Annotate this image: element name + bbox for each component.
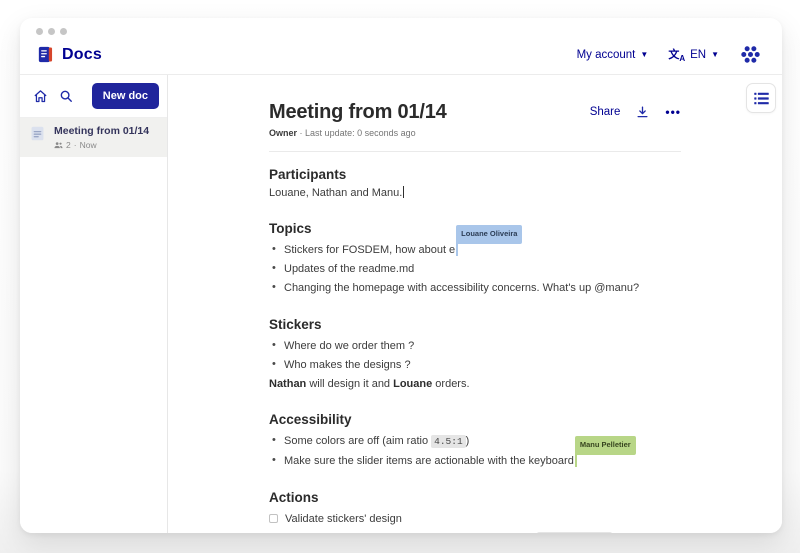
list-item[interactable]: Where do we order them ? xyxy=(269,336,681,355)
list-item[interactable]: Stickers for FOSDEM, how about eLouane O… xyxy=(269,224,681,259)
window-control-dot[interactable] xyxy=(36,28,43,35)
text-caret xyxy=(403,186,405,198)
download-icon xyxy=(636,105,649,119)
chevron-down-icon: ▼ xyxy=(640,50,649,59)
section-heading-stickers[interactable]: Stickers xyxy=(269,317,681,332)
collab-cursor-louane: Louane Oliveira xyxy=(456,224,523,256)
list-item[interactable]: Changing the homepage with accessibility… xyxy=(269,278,681,297)
more-options-button[interactable]: ••• xyxy=(665,106,681,118)
header-divider xyxy=(269,151,681,152)
language-label: EN xyxy=(690,48,707,61)
topics-list: Stickers for FOSDEM, how about eLouane O… xyxy=(269,224,681,297)
my-account-label: My account xyxy=(576,48,636,61)
members-icon xyxy=(54,141,63,149)
updated-ago: Now xyxy=(79,140,97,150)
window-control-dot[interactable] xyxy=(60,28,67,35)
member-count: 2 xyxy=(66,140,71,150)
sidebar-doc-item-title: Meeting from 01/14 xyxy=(54,125,150,137)
document-meta: Owner · Last update: 0 seconds ago xyxy=(269,128,681,138)
translate-icon: 文A xyxy=(668,48,686,64)
document-actions: Share ••• xyxy=(590,105,681,119)
list-item[interactable]: Make sure the slider items are actionabl… xyxy=(269,435,681,470)
header-right-group: My account ▼ 文A EN ▼ xyxy=(577,43,762,66)
stickers-note[interactable]: Nathan will design it and Louane orders. xyxy=(269,377,681,392)
todo-checkbox[interactable] xyxy=(269,532,278,533)
document-header: Meeting from 01/14 Share ••• xyxy=(269,101,681,124)
todo-checkbox[interactable] xyxy=(269,513,278,523)
accessibility-list: Some colors are off (aim ratio 4.5:1) Ma… xyxy=(269,431,681,470)
inline-code: 4.5:1 xyxy=(431,434,466,448)
search-icon xyxy=(59,89,73,103)
section-heading-actions[interactable]: Actions xyxy=(269,490,681,505)
docs-logo-icon xyxy=(36,45,55,64)
editor-main: Meeting from 01/14 Share ••• Owner · Las… xyxy=(168,75,782,533)
collab-cursor-label: Manu Pelletier xyxy=(574,435,636,455)
document-title[interactable]: Meeting from 01/14 xyxy=(269,101,447,124)
la-suite-apps-button[interactable] xyxy=(739,43,762,66)
inline-code: dinum/fosdem xyxy=(537,531,612,533)
sidebar-doc-item[interactable]: Meeting from 01/14 2 · Now xyxy=(20,118,167,157)
list-item[interactable]: Who makes the designs ? xyxy=(269,355,681,374)
owner-badge: Owner xyxy=(269,128,298,138)
app-logo[interactable]: Docs xyxy=(36,45,102,64)
sidebar-doc-item-text: Meeting from 01/14 2 · Now xyxy=(54,125,149,150)
my-account-dropdown[interactable]: My account ▼ xyxy=(577,49,649,61)
app-name: Docs xyxy=(62,45,102,63)
app-body: New doc Meeting from 01/14 2 · Now Meeti… xyxy=(20,75,782,533)
sidebar: New doc Meeting from 01/14 2 · Now xyxy=(20,75,168,533)
document-file-icon xyxy=(29,125,46,142)
meta-separator: · xyxy=(73,140,77,150)
waffle-icon xyxy=(739,43,762,66)
todo-item[interactable]: Merge the readme.md update. The readme i… xyxy=(269,528,681,533)
app-window: Docs My account ▼ 文A EN ▼ New doc Meetin… xyxy=(20,18,782,533)
document-editor[interactable]: Meeting from 01/14 Share ••• Owner · Las… xyxy=(269,101,681,533)
list-item[interactable]: Updates of the readme.md xyxy=(269,259,681,278)
sidebar-toolbar: New doc xyxy=(20,75,167,118)
list-icon xyxy=(753,92,769,105)
download-button[interactable] xyxy=(636,105,649,119)
share-button[interactable]: Share xyxy=(590,106,621,118)
todo-list: Validate stickers' design Merge the read… xyxy=(269,509,681,533)
new-doc-button[interactable]: New doc xyxy=(91,83,159,109)
collab-cursor-label: Louane Oliveira xyxy=(456,224,523,244)
app-header: Docs My account ▼ 文A EN ▼ xyxy=(20,18,782,75)
meta-separator: · xyxy=(299,128,303,138)
language-dropdown[interactable]: 文A EN ▼ xyxy=(668,46,719,64)
chevron-down-icon: ▼ xyxy=(711,50,719,59)
home-button[interactable] xyxy=(33,89,48,104)
readme-link[interactable]: readme.md xyxy=(338,532,394,534)
collab-cursor-manu: Manu Pelletier xyxy=(574,435,636,467)
table-of-contents-button[interactable] xyxy=(746,83,776,113)
stickers-list: Where do we order them ? Who makes the d… xyxy=(269,336,681,374)
section-heading-accessibility[interactable]: Accessibility xyxy=(269,412,681,427)
home-icon xyxy=(33,89,48,104)
todo-item[interactable]: Validate stickers' design xyxy=(269,509,681,528)
search-button[interactable] xyxy=(59,89,73,103)
sidebar-doc-item-meta: 2 · Now xyxy=(54,140,149,150)
section-heading-participants[interactable]: Participants xyxy=(269,167,681,182)
last-update-text: Last update: 0 seconds ago xyxy=(305,128,416,138)
window-controls[interactable] xyxy=(36,28,67,35)
window-control-dot[interactable] xyxy=(48,28,55,35)
participants-text[interactable]: Louane, Nathan and Manu. xyxy=(269,186,681,201)
